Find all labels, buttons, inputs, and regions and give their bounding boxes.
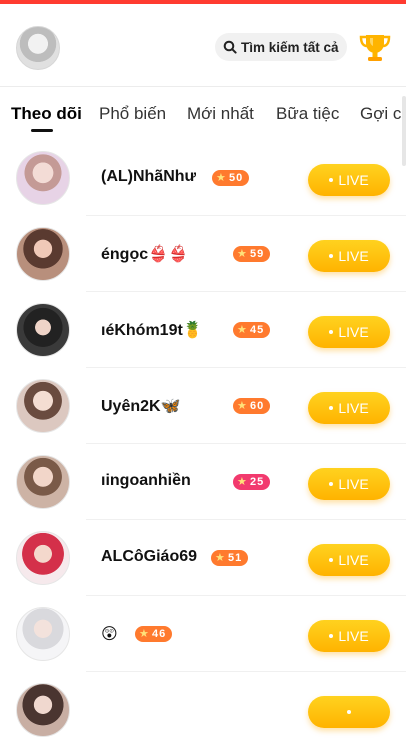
top-bar: Tìm kiếm tất cả [0, 4, 406, 87]
star-icon: ★ [215, 552, 226, 564]
streamer-name: (AL)NhãNhư [101, 168, 197, 185]
list-item[interactable]: 😲 ★ 46 LIVE [0, 596, 406, 672]
star-icon: ★ [139, 628, 150, 640]
live-button[interactable]: LIVE [308, 392, 390, 424]
tab-popular[interactable]: Phổ biến [99, 104, 166, 124]
star-icon: ★ [237, 248, 248, 260]
avatar[interactable] [16, 531, 70, 585]
level-badge: ★ 51 [211, 550, 249, 566]
streamer-name: Uyên2K🦋 [101, 398, 181, 415]
search-icon [223, 40, 237, 54]
star-icon: ★ [237, 476, 248, 488]
avatar[interactable] [16, 607, 70, 661]
list-item[interactable]: ıéKhóm19t🍍 ★ 45 LIVE [0, 292, 406, 368]
streamer-name: ıingoanhiền [101, 472, 191, 489]
star-icon: ★ [237, 324, 248, 336]
live-button[interactable]: LIVE [308, 164, 390, 196]
live-button[interactable]: LIVE [308, 240, 390, 272]
live-button[interactable] [308, 696, 390, 728]
list-item[interactable] [0, 672, 406, 748]
search-label: Tìm kiếm tất cả [241, 39, 339, 55]
level-badge: ★ 50 [212, 170, 250, 186]
tab-following[interactable]: Theo dõi [11, 104, 82, 124]
level-badge: ★ 60 [233, 398, 271, 414]
live-dot-icon [329, 558, 334, 562]
avatar[interactable] [16, 151, 70, 205]
live-button[interactable]: LIVE [308, 544, 390, 576]
live-dot-icon [329, 482, 334, 486]
list-item[interactable]: ALCôGiáo69 ★ 51 LIVE [0, 520, 406, 596]
avatar[interactable] [16, 379, 70, 433]
avatar[interactable] [16, 227, 70, 281]
star-icon: ★ [237, 400, 248, 412]
category-tabs: Theo dõi Phổ biến Mới nhất Bữa tiệc Gợi … [0, 92, 406, 136]
list-item[interactable]: ıingoanhiền ★ 25 LIVE [0, 444, 406, 520]
streamer-name: ALCôGiáo69 [101, 548, 198, 565]
live-dot-icon [329, 330, 334, 334]
live-button[interactable]: LIVE [308, 316, 390, 348]
live-dot-icon [329, 406, 334, 410]
level-badge: ★ 46 [135, 626, 173, 642]
tab-newest[interactable]: Mới nhất [187, 104, 254, 124]
avatar[interactable] [16, 683, 70, 737]
star-icon: ★ [216, 172, 227, 184]
list-item[interactable]: (AL)NhãNhư ★ 50 LIVE [0, 140, 406, 216]
avatar[interactable] [16, 303, 70, 357]
level-badge: ★ 59 [233, 246, 271, 262]
level-badge: ★ 25 [233, 474, 271, 490]
avatar[interactable] [16, 455, 70, 509]
streamer-name: 😲 [101, 626, 118, 643]
live-dot-icon [329, 178, 334, 182]
live-dot-icon [329, 634, 334, 638]
live-button[interactable]: LIVE [308, 620, 390, 652]
live-dot-icon [329, 254, 334, 258]
live-button[interactable]: LIVE [308, 468, 390, 500]
level-badge: ★ 45 [233, 322, 271, 338]
search-button[interactable]: Tìm kiếm tất cả [215, 33, 347, 61]
tab-suggested[interactable]: Gợi cả [360, 104, 406, 124]
live-dot-icon [347, 710, 351, 714]
list-item[interactable]: Uyên2K🦋 ★ 60 LIVE [0, 368, 406, 444]
list-item[interactable]: éngọc👙👙 ★ 59 LIVE [0, 216, 406, 292]
active-tab-indicator [31, 129, 53, 132]
streamer-name: éngọc👙👙 [101, 246, 188, 263]
tab-party[interactable]: Bữa tiệc [276, 104, 339, 124]
trophy-icon[interactable] [357, 31, 393, 65]
user-avatar[interactable] [16, 26, 60, 70]
streamer-name: ıéKhóm19t🍍 [101, 322, 203, 339]
